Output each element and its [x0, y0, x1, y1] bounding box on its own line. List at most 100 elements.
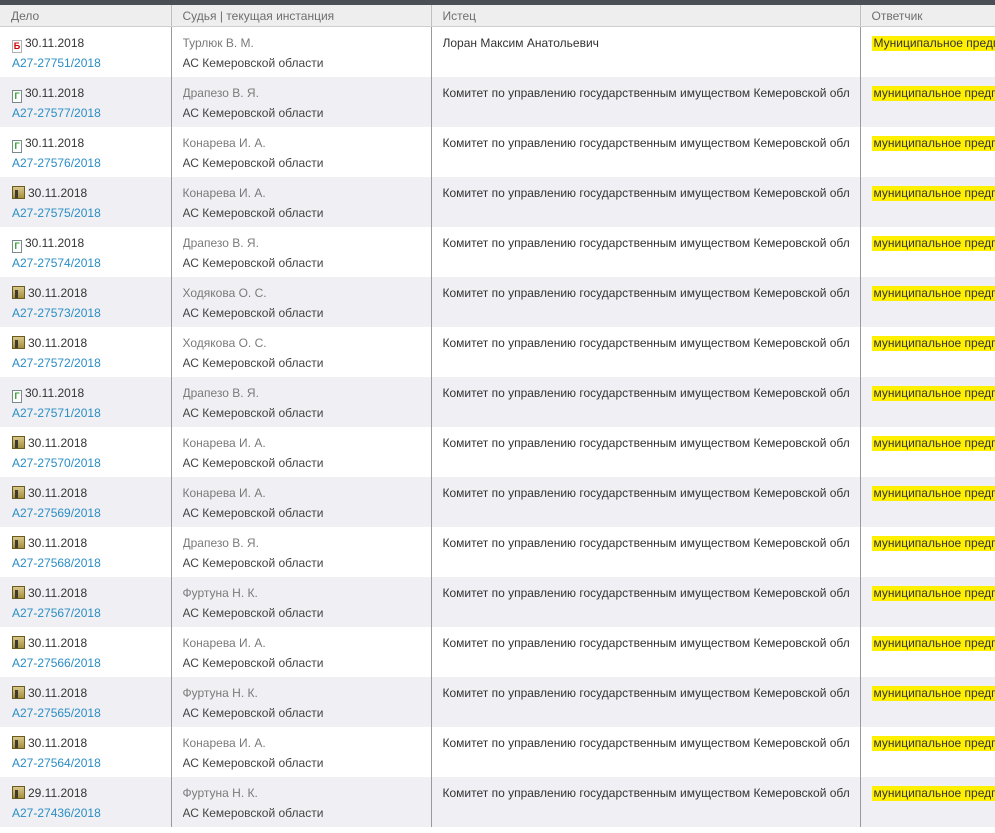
case-number-link[interactable]: А27-27575/2018 — [12, 206, 101, 220]
case-number-link[interactable]: А27-27574/2018 — [12, 256, 101, 270]
column-header-respondent[interactable]: Ответчик — [859, 5, 995, 27]
case-date: 30.11.2018 — [28, 585, 88, 600]
table-row[interactable]: 30.11.2018 А27-27564/2018 Конарева И. А.… — [0, 726, 995, 777]
folder-icon[interactable] — [12, 585, 25, 599]
respondent-name: муниципальное предп — [871, 585, 995, 601]
case-date: 30.11.2018 — [25, 385, 85, 400]
table-row[interactable]: 30.11.2018 А27-27567/2018 Фуртуна Н. К. … — [0, 576, 995, 627]
column-header-plaintiff[interactable]: Истец — [430, 5, 860, 27]
icon-letter: Г — [14, 240, 20, 251]
case-number-link[interactable]: А27-27573/2018 — [12, 306, 101, 320]
case-number-link[interactable]: А27-27570/2018 — [12, 456, 101, 470]
plaintiff-cell: Комитет по управлению государственным им… — [430, 526, 860, 577]
plaintiff-cell: Комитет по управлению государственным им… — [430, 126, 860, 177]
table-row[interactable]: Б 30.11.2018 А27-27751/2018 Турлюк В. М. … — [0, 26, 995, 77]
case-cell: 30.11.2018 А27-27564/2018 — [0, 727, 171, 777]
case-number-link[interactable]: А27-27569/2018 — [12, 506, 101, 520]
respondent-name: муниципальное предп — [871, 385, 995, 401]
case-date: 30.11.2018 — [28, 635, 88, 650]
plaintiff-name: Комитет по управлению государственным им… — [442, 785, 850, 800]
table-row[interactable]: 30.11.2018 А27-27566/2018 Конарева И. А.… — [0, 626, 995, 677]
table-row[interactable]: 30.11.2018 А27-27575/2018 Конарева И. А.… — [0, 176, 995, 227]
respondent-cell: муниципальное предп — [859, 126, 995, 177]
document-g-icon[interactable]: Г — [12, 89, 22, 103]
respondent-name: муниципальное предп — [871, 135, 995, 151]
plaintiff-name: Комитет по управлению государственным им… — [442, 285, 850, 300]
case-cell: 30.11.2018 А27-27567/2018 — [0, 576, 171, 627]
respondent-name: муниципальное предп — [871, 335, 995, 351]
case-cell: Г 30.11.2018 А27-27576/2018 — [0, 127, 171, 177]
table-row[interactable]: Г 30.11.2018 А27-27574/2018 Драпезо В. Я.… — [0, 226, 995, 277]
table-row[interactable]: Г 30.11.2018 А27-27571/2018 Драпезо В. Я.… — [0, 376, 995, 427]
table-row[interactable]: 30.11.2018 А27-27572/2018 Ходякова О. С.… — [0, 326, 995, 377]
folder-icon[interactable] — [12, 685, 25, 699]
plaintiff-cell: Комитет по управлению государственным им… — [430, 476, 860, 527]
folder-icon[interactable] — [12, 285, 25, 299]
judge-cell: Конарева И. А. АС Кемеровской области — [170, 626, 431, 677]
case-number-link[interactable]: А27-27564/2018 — [12, 756, 101, 770]
case-number-link[interactable]: А27-27568/2018 — [12, 556, 101, 570]
plaintiff-cell: Комитет по управлению государственным им… — [430, 226, 860, 277]
table-row[interactable]: 30.11.2018 А27-27573/2018 Ходякова О. С.… — [0, 276, 995, 327]
folder-icon[interactable] — [12, 335, 25, 349]
table-row[interactable]: 30.11.2018 А27-27565/2018 Фуртуна Н. К. … — [0, 676, 995, 727]
judge-name: Фуртуна Н. К. — [182, 685, 258, 700]
table-row[interactable]: 30.11.2018 А27-27569/2018 Конарева И. А.… — [0, 476, 995, 527]
case-number-link[interactable]: А27-27567/2018 — [12, 606, 101, 620]
case-number-link[interactable]: А27-27566/2018 — [12, 656, 101, 670]
case-number-link[interactable]: А27-27571/2018 — [12, 406, 101, 420]
plaintiff-name: Комитет по управлению государственным им… — [442, 235, 850, 250]
plaintiff-name: Комитет по управлению государственным им… — [442, 635, 850, 650]
table-row[interactable]: 30.11.2018 А27-27570/2018 Конарева И. А.… — [0, 426, 995, 477]
folder-icon[interactable] — [12, 535, 25, 549]
judge-name: Конарева И. А. — [182, 435, 266, 450]
case-date: 30.11.2018 — [28, 185, 88, 200]
table-row[interactable]: 29.11.2018 А27-27436/2018 Фуртуна Н. К. … — [0, 776, 995, 827]
respondent-cell: муниципальное предп — [859, 676, 995, 727]
respondent-name: Муниципальное предп — [871, 36, 995, 51]
document-g-icon[interactable]: Г — [12, 389, 22, 403]
respondent-name: муниципальное предп — [871, 685, 995, 701]
court-name: АС Кемеровской области — [182, 655, 324, 670]
document-g-icon[interactable]: Г — [12, 239, 22, 253]
case-number-link[interactable]: А27-27751/2018 — [12, 56, 101, 70]
case-cell: 29.11.2018 А27-27436/2018 — [0, 776, 171, 827]
case-date: 30.11.2018 — [28, 685, 88, 700]
table-row[interactable]: Г 30.11.2018 А27-27576/2018 Конарева И. А… — [0, 126, 995, 177]
column-header-case[interactable]: Дело — [0, 5, 171, 27]
folder-icon[interactable] — [12, 435, 25, 449]
case-number-link[interactable]: А27-27577/2018 — [12, 106, 101, 120]
case-number-link[interactable]: А27-27565/2018 — [12, 706, 101, 720]
case-date: 30.11.2018 — [25, 235, 85, 250]
judge-cell: Ходякова О. С. АС Кемеровской области — [170, 326, 431, 377]
folder-icon[interactable] — [12, 635, 25, 649]
respondent-cell: муниципальное предп — [859, 776, 995, 827]
court-name: АС Кемеровской области — [182, 255, 324, 270]
respondent-name: муниципальное предп — [871, 485, 995, 501]
judge-name: Драпезо В. Я. — [182, 85, 259, 100]
plaintiff-cell: Комитет по управлению государственным им… — [430, 76, 860, 127]
judge-cell: Турлюк В. М. АС Кемеровской области — [170, 26, 431, 77]
case-cell: 30.11.2018 А27-27568/2018 — [0, 527, 171, 577]
icon-letter: Г — [14, 390, 20, 401]
case-date: 30.11.2018 — [25, 36, 85, 50]
case-cell: 30.11.2018 А27-27570/2018 — [0, 427, 171, 477]
court-name: АС Кемеровской области — [182, 505, 324, 520]
document-b-icon[interactable]: Б — [12, 40, 22, 53]
respondent-cell: муниципальное предп — [859, 426, 995, 477]
court-name: АС Кемеровской области — [182, 56, 324, 70]
court-name: АС Кемеровской области — [182, 105, 324, 120]
table-row[interactable]: Г 30.11.2018 А27-27577/2018 Драпезо В. Я.… — [0, 76, 995, 127]
case-number-link[interactable]: А27-27436/2018 — [12, 806, 101, 820]
folder-icon[interactable] — [12, 735, 25, 749]
column-header-judge[interactable]: Судья | текущая инстанция — [170, 5, 431, 27]
icon-letter: Б — [13, 41, 21, 51]
judge-name: Конарева И. А. — [182, 135, 266, 150]
folder-icon[interactable] — [12, 185, 25, 199]
folder-icon[interactable] — [12, 785, 25, 799]
case-number-link[interactable]: А27-27572/2018 — [12, 356, 101, 370]
folder-icon[interactable] — [12, 485, 25, 499]
table-row[interactable]: 30.11.2018 А27-27568/2018 Драпезо В. Я. … — [0, 526, 995, 577]
case-number-link[interactable]: А27-27576/2018 — [12, 156, 101, 170]
document-g-icon[interactable]: Г — [12, 139, 22, 153]
